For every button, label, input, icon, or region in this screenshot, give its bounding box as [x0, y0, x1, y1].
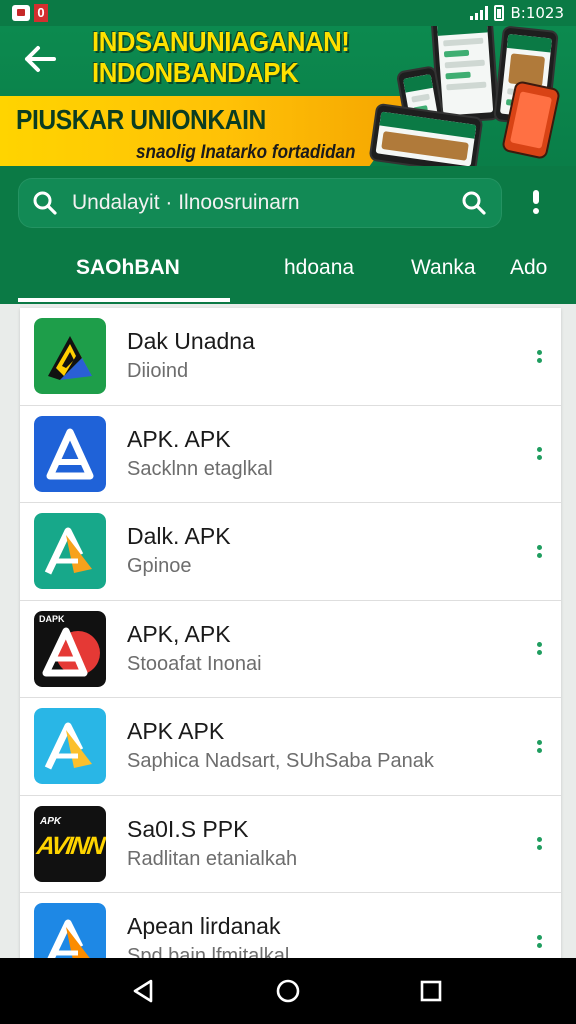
overflow-menu-icon[interactable]: [522, 190, 550, 218]
banner-phones-illustration: [368, 26, 576, 166]
notification-icon: [12, 5, 30, 21]
list-item[interactable]: APK AVINN Sa0I.S PPK Radlitan etanialkah: [20, 796, 561, 893]
more-options-icon[interactable]: [531, 826, 547, 862]
icon-label: DAPK: [39, 613, 65, 624]
search-icon[interactable]: [18, 178, 72, 228]
battery-icon: [494, 5, 505, 21]
list-item[interactable]: APK. APK Sacklnn etaglkal: [20, 406, 561, 503]
status-right: B:1023: [470, 4, 564, 22]
list-item[interactable]: Dak Unadna Diioind: [20, 308, 561, 406]
app-name: Sa0I.S PPK: [127, 815, 249, 842]
more-options-icon[interactable]: [531, 533, 547, 569]
apk-a-cyan-icon: [34, 708, 106, 784]
app-name: Dak Unadna: [127, 328, 255, 354]
app-name: APK, APK: [127, 620, 231, 647]
apk-a-red-black-icon: DAPK: [34, 610, 106, 687]
more-options-icon[interactable]: [531, 338, 547, 374]
apk-a-teal-icon: [34, 513, 106, 589]
app-name: APK. APK: [127, 425, 231, 452]
app-list: Dak Unadna Diioind APK. APK Sacklnn etag…: [20, 308, 561, 991]
tab-wanka[interactable]: Wanka: [411, 242, 476, 300]
search-input[interactable]: [72, 191, 446, 215]
signal-icon: [470, 6, 489, 20]
more-options-icon[interactable]: [531, 436, 547, 472]
recents-square-icon[interactable]: [416, 976, 446, 1006]
drive-triangle-icon: [34, 318, 106, 394]
icon-small-label: APK: [40, 815, 62, 827]
status-time: B:1023: [510, 4, 564, 22]
tab-saohban[interactable]: SAOhBAN: [76, 242, 180, 300]
notification-badge: 0: [34, 4, 48, 22]
tab-ado[interactable]: Ado: [510, 242, 547, 300]
more-options-icon[interactable]: [531, 923, 547, 959]
app-subtitle: Sacklnn etaglkal: [127, 457, 273, 480]
app-subtitle: Saphica Nadsart, SUhSaba Panak: [127, 750, 434, 772]
app-subtitle: Radlitan etanialkah: [127, 847, 298, 870]
status-left: 0: [12, 4, 48, 22]
search-submit-icon[interactable]: [446, 178, 502, 228]
home-circle-icon[interactable]: [273, 976, 303, 1006]
app-header: SAOhBAN hdoana Wanka Ado: [0, 166, 576, 304]
apk-text-yellow-icon: APK AVINN: [34, 805, 106, 882]
app-name: Dalk. APK: [127, 523, 231, 549]
category-tabs: SAOhBAN hdoana Wanka Ado: [0, 242, 576, 304]
banner-caption: snaolig Inatarko fortadidan: [136, 142, 356, 163]
system-nav-bar: [0, 958, 576, 1024]
banner-title-line1: INDSANUNIAGANAN!: [92, 26, 350, 57]
banner-title-line2: INDONBANDAPK: [92, 57, 299, 88]
active-tab-indicator: [18, 298, 230, 302]
list-item[interactable]: Dalk. APK Gpinoe: [20, 503, 561, 601]
app-name: Apean lirdanak: [127, 913, 281, 939]
list-item[interactable]: DAPK APK, APK Stooafat Inonai: [20, 601, 561, 698]
status-bar: 0 B:1023: [0, 0, 576, 26]
app-subtitle: Diioind: [127, 360, 189, 382]
back-arrow-icon[interactable]: [22, 44, 58, 74]
more-options-icon[interactable]: [531, 631, 547, 667]
back-triangle-icon[interactable]: [128, 976, 158, 1006]
search-bar[interactable]: [18, 178, 502, 228]
list-item[interactable]: APK APK Saphica Nadsart, SUhSaba Panak: [20, 698, 561, 796]
app-subtitle: Stooafat Inonai: [127, 652, 262, 675]
tab-hdoana[interactable]: hdoana: [284, 242, 354, 300]
more-options-icon[interactable]: [531, 728, 547, 764]
icon-label: AVINN: [35, 831, 105, 860]
apk-a-blue-icon: [34, 415, 106, 492]
app-subtitle: Gpinoe: [127, 555, 192, 577]
promo-banner[interactable]: INDSANUNIAGANAN! INDONBANDAPK PIUSKAR UN…: [0, 26, 576, 166]
banner-subtitle: PIUSKAR UNIONKAIN: [16, 104, 266, 135]
banner-title: INDSANUNIAGANAN! INDONBANDAPK: [92, 26, 386, 88]
app-name: APK APK: [127, 718, 225, 744]
